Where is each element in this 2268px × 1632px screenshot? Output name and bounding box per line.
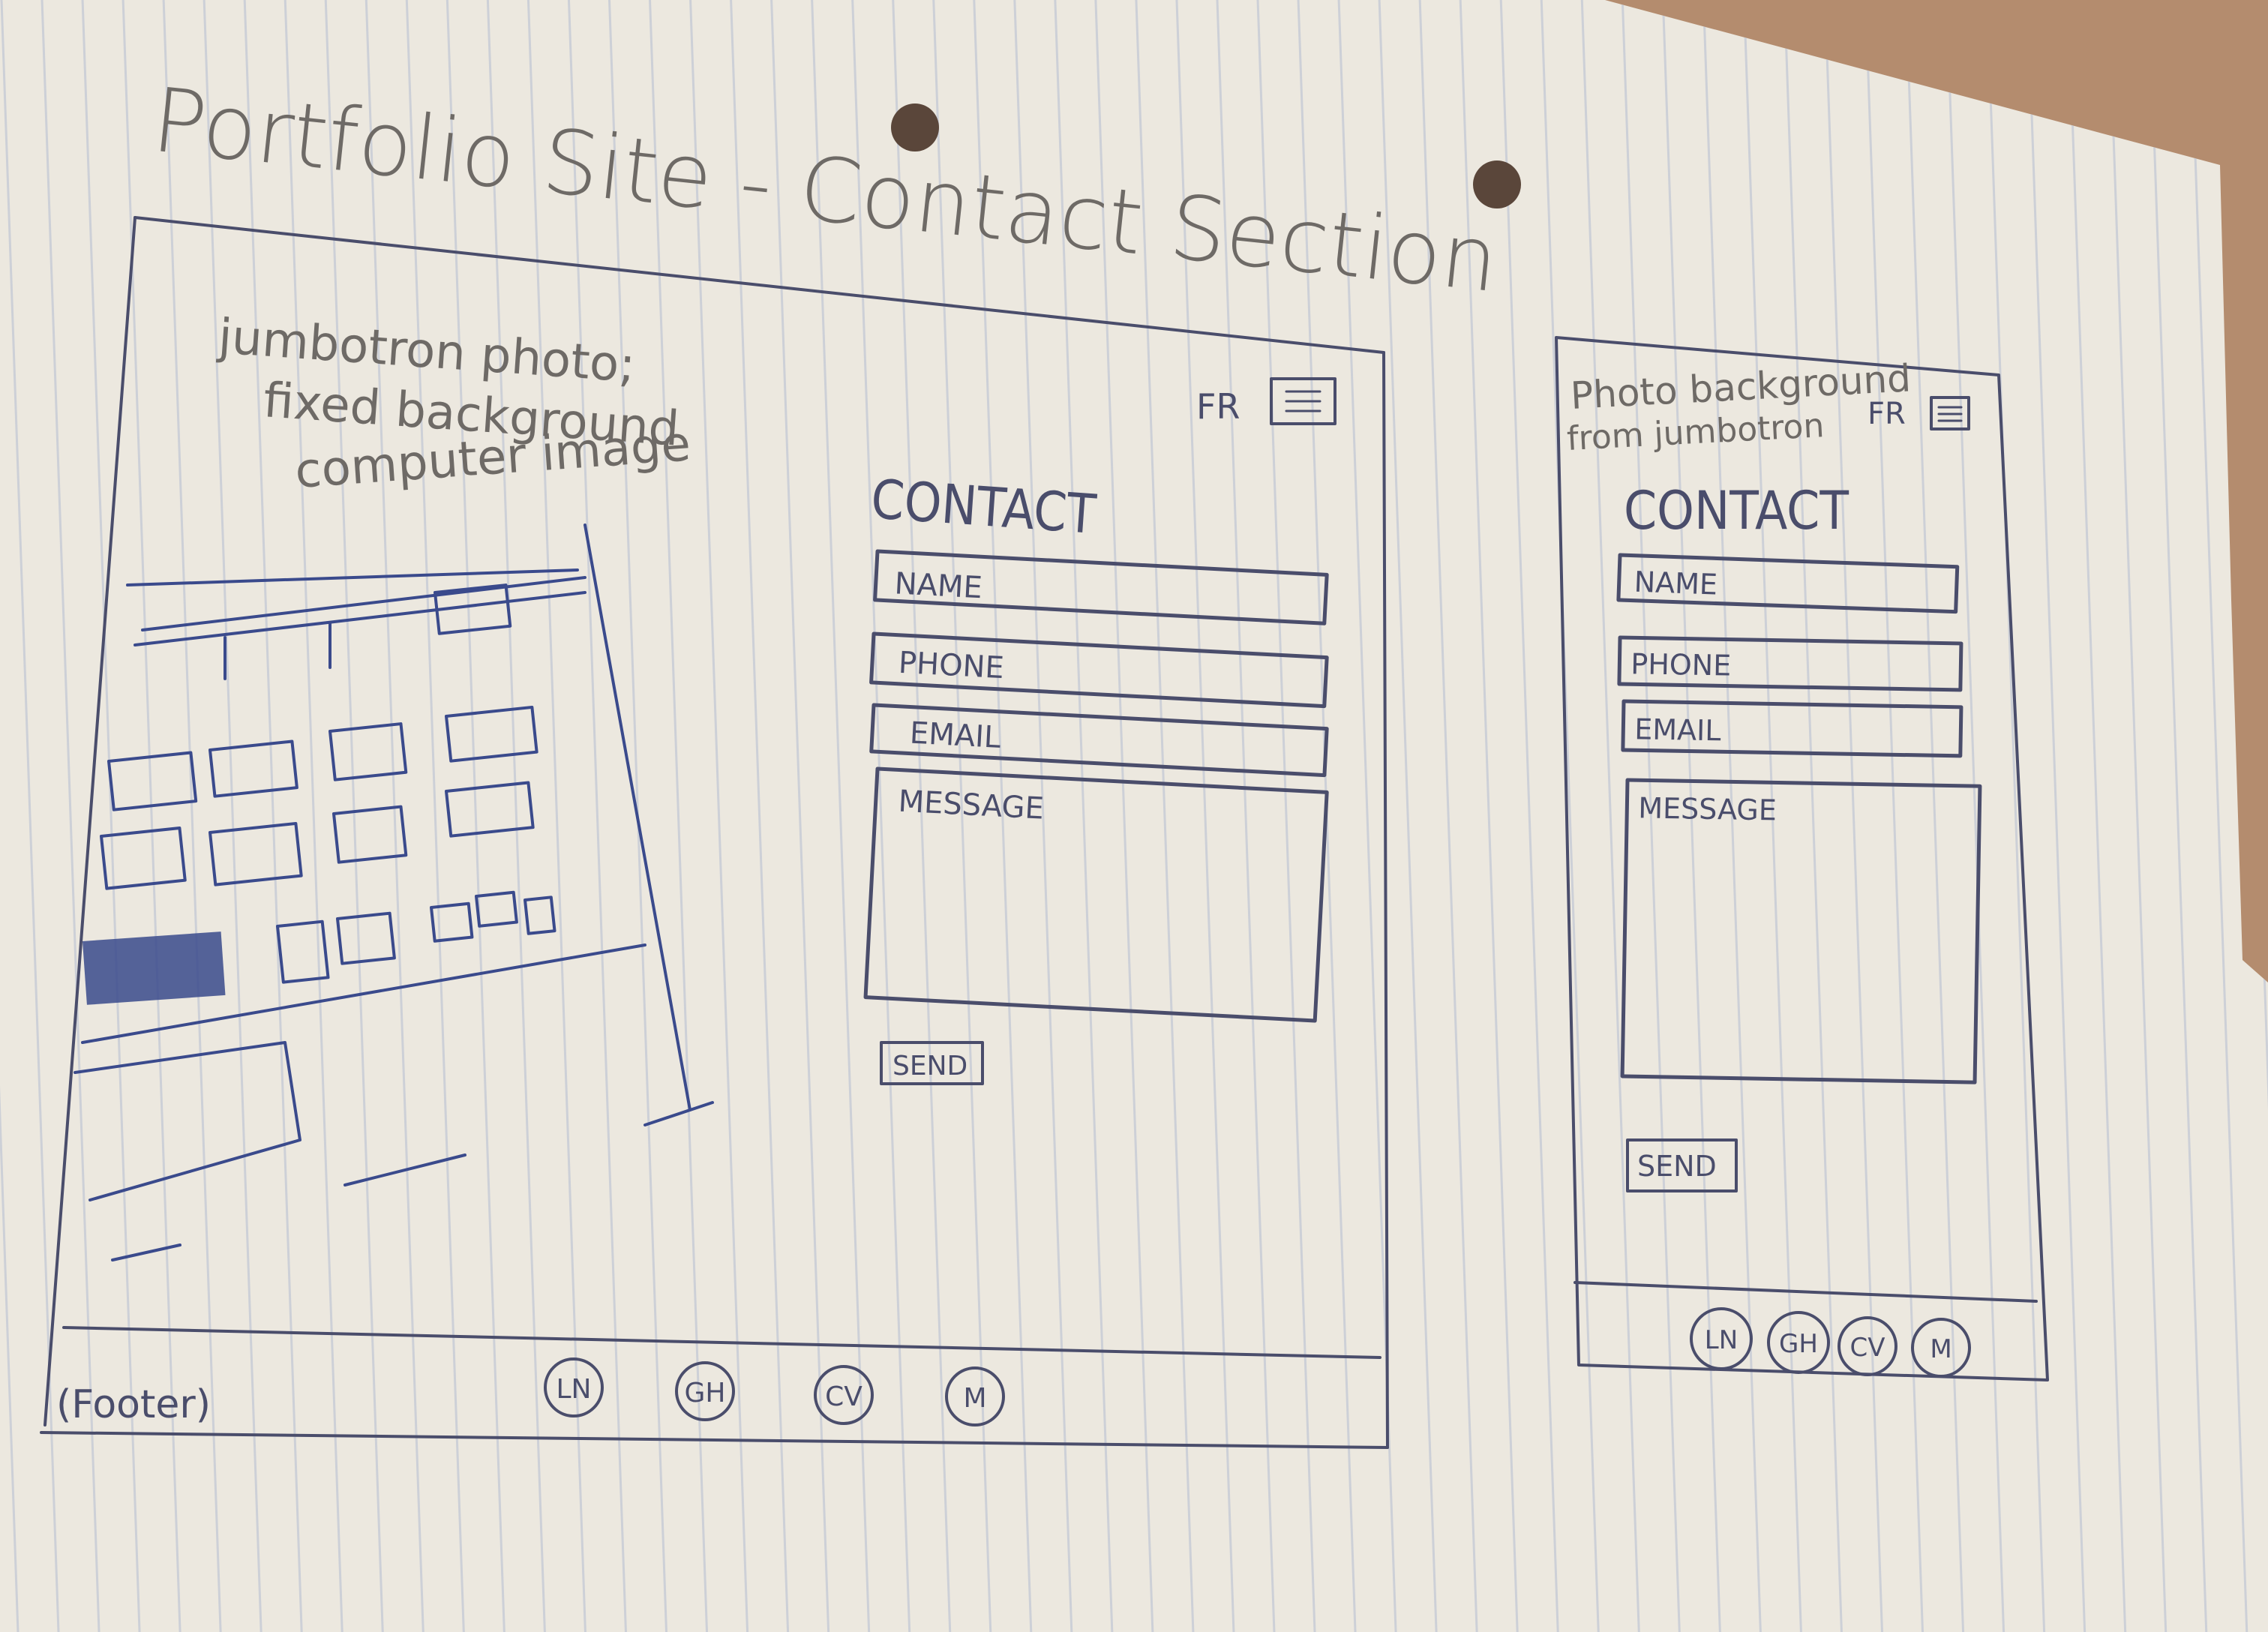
sketch-sheet: Portfolio Site - Contact Section jumbotr… (0, 0, 2268, 1632)
mobile-cv-icon-label: CV (1850, 1333, 1886, 1363)
language-toggle[interactable]: FR (1196, 386, 1240, 427)
mobile-language-toggle[interactable]: FR (1868, 397, 1906, 431)
send-button-label: SEND (892, 1051, 968, 1082)
mail-icon-label: M (963, 1383, 986, 1414)
mobile-github-icon-label: GH (1779, 1329, 1818, 1359)
phone-field-label: PHONE (898, 646, 1005, 686)
name-field-label: NAME (894, 566, 983, 605)
mobile-mail-icon-label: M (1930, 1334, 1952, 1364)
mobile-phone-field-label: PHONE (1630, 647, 1732, 682)
footer-label: (Footer) (56, 1382, 211, 1427)
email-field-label: EMAIL (909, 716, 1002, 755)
github-icon-label: GH (685, 1378, 726, 1408)
mobile-send-button-label: SEND (1637, 1150, 1717, 1183)
mobile-contact-heading: CONTACT (1624, 480, 1849, 542)
mobile-name-field-label: NAME (1634, 566, 1718, 602)
mobile-email-field-label: EMAIL (1634, 712, 1721, 747)
punch-hole (1473, 160, 1521, 208)
linkedin-icon-label: LN (556, 1374, 592, 1405)
mobile-message-field-label: MESSAGE (1638, 791, 1777, 826)
cv-icon-label: CV (825, 1382, 862, 1412)
punch-hole (891, 104, 939, 152)
jumbotron-shaded-block (82, 932, 226, 1005)
mobile-linkedin-icon-label: LN (1705, 1325, 1738, 1355)
